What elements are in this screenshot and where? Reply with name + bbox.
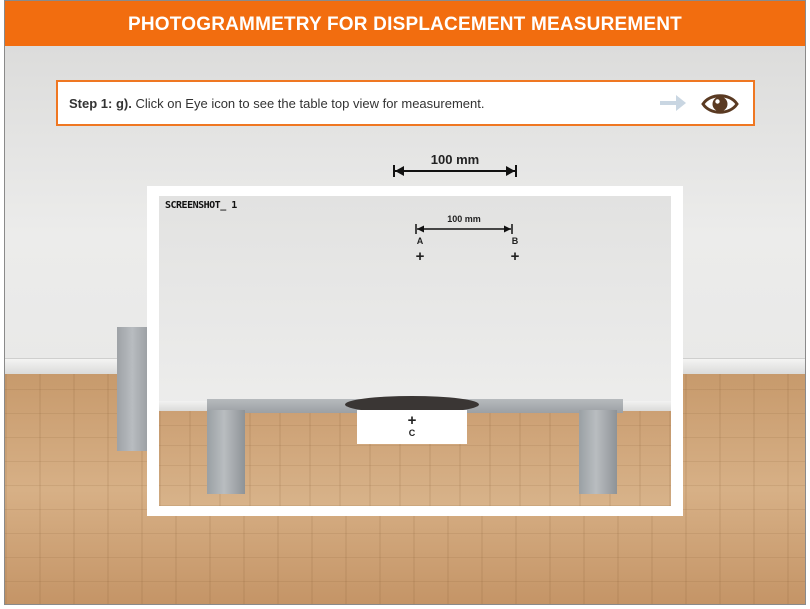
instruction-text: Step 1: g). Click on Eye icon to see the… (69, 96, 484, 111)
point-a-marker: + (415, 248, 425, 265)
instruction-step: Step 1: g). (69, 96, 132, 111)
eye-icon[interactable] (701, 90, 739, 118)
screenshot-panel: SCREENSHOT_ 1 100 mm A + B + + C (147, 186, 683, 516)
screenshot-title: SCREENSHOT_ 1 (165, 200, 237, 211)
screenshot-dimension: 100 mm (414, 214, 514, 234)
scene-dimension: 100 mm (390, 151, 520, 191)
point-c-label: C (408, 428, 416, 438)
page-title: PHOTOGRAMMETRY FOR DISPLACEMENT MEASUREM… (5, 1, 805, 46)
screenshot-dimension-arrow (415, 224, 513, 234)
arrow-right-icon (660, 95, 686, 111)
app-frame: PHOTOGRAMMETRY FOR DISPLACEMENT MEASUREM… (4, 0, 806, 605)
point-c-card: + C (357, 410, 467, 444)
table-leg-right (579, 410, 617, 494)
point-c-marker: + (407, 412, 417, 429)
point-b-label: B (511, 236, 519, 246)
point-b-marker: + (510, 248, 520, 265)
instruction-body: Click on Eye icon to see the table top v… (131, 96, 485, 111)
point-a-label: A (416, 236, 424, 246)
instruction-box: Step 1: g). Click on Eye icon to see the… (56, 80, 755, 126)
screenshot-view: SCREENSHOT_ 1 100 mm A + B + + C (159, 196, 671, 506)
table-leg-left (207, 410, 245, 494)
